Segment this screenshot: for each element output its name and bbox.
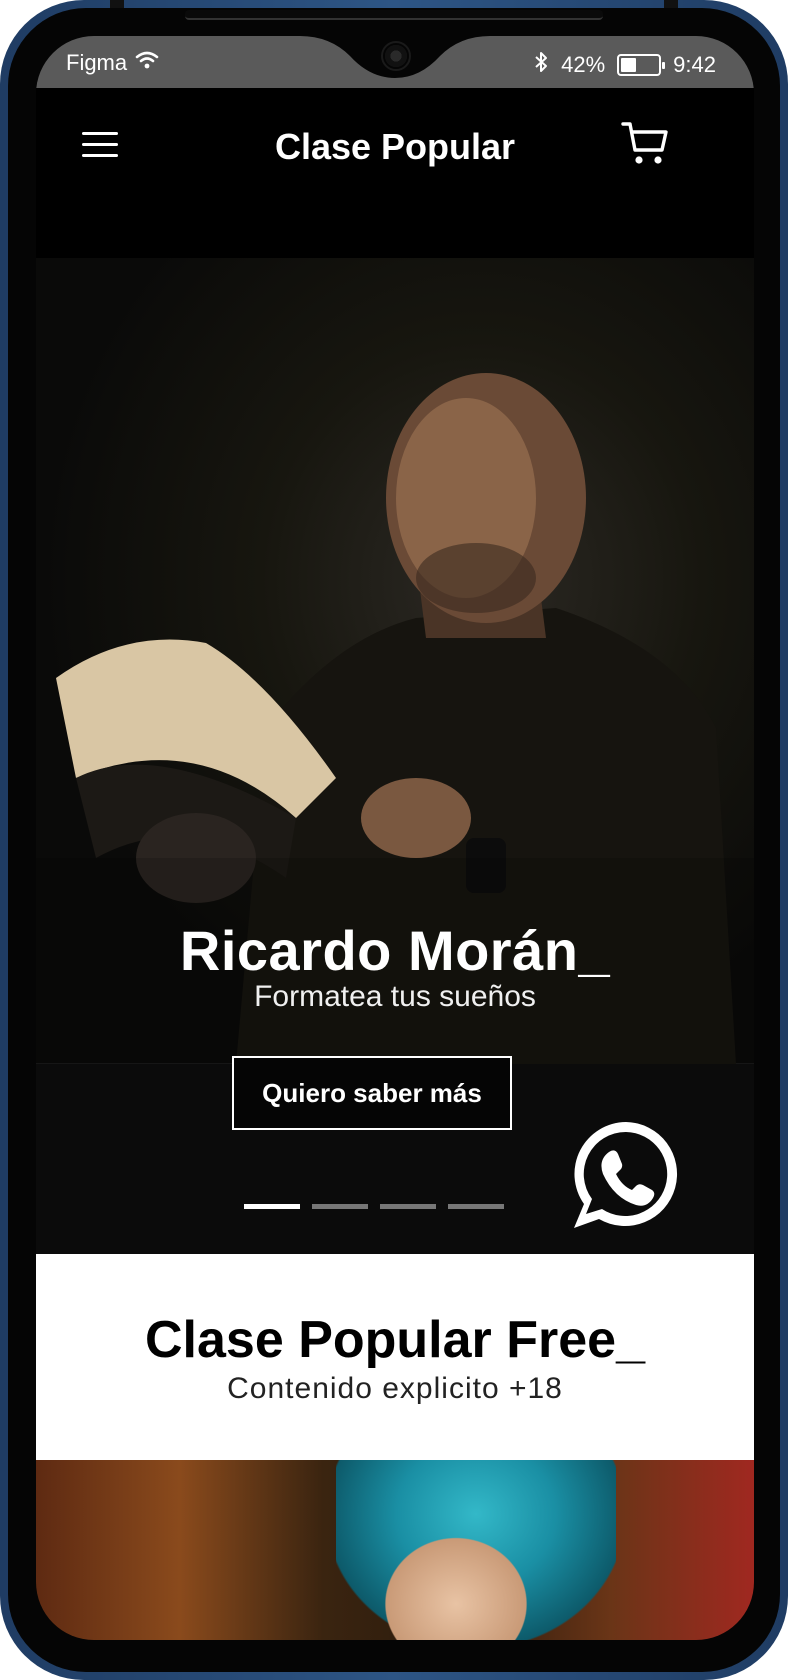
carrier-label: Figma [66, 50, 128, 75]
learn-more-button[interactable]: Quiero saber más [232, 1056, 512, 1130]
carousel-indicators [244, 1204, 504, 1209]
hero-carousel[interactable]: Ricardo Morán_ Formatea tus sueños Quier… [36, 258, 754, 1254]
carousel-dot[interactable] [448, 1204, 504, 1209]
hero-title: Ricardo Morán_ [179, 919, 611, 982]
carousel-dot[interactable] [312, 1204, 368, 1209]
app-header: Clase Popular [36, 88, 754, 258]
free-section-title: Clase Popular Free_ [145, 1311, 645, 1369]
wifi-icon [135, 50, 159, 76]
clock: 9:42 [673, 52, 716, 77]
battery-icon [617, 54, 666, 76]
carousel-dot[interactable] [244, 1204, 300, 1209]
shopping-cart-icon[interactable] [620, 118, 670, 168]
content-thumbnail[interactable] [36, 1460, 754, 1640]
speaker-slot [185, 10, 603, 20]
front-camera [381, 41, 411, 71]
thumbnail-face [366, 1520, 546, 1640]
status-bar: Figma 42% 9:42 [36, 36, 754, 88]
battery-fill [621, 58, 637, 72]
bluetooth-icon [533, 50, 549, 80]
screen: Figma 42% 9:42 Clase Popular Ricardo Mor… [36, 36, 754, 1640]
whatsapp-icon[interactable] [566, 1116, 686, 1236]
battery-percent: 42% [561, 52, 606, 77]
hero-subtitle: Formatea tus sueños [254, 980, 536, 1013]
phone-frame: Figma 42% 9:42 Clase Popular Ricardo Mor… [0, 0, 788, 1680]
carousel-dot[interactable] [380, 1204, 436, 1209]
free-section-subtitle: Contenido explicito +18 [227, 1372, 563, 1405]
free-section: Clase Popular Free_ Contenido explicito … [36, 1254, 754, 1460]
